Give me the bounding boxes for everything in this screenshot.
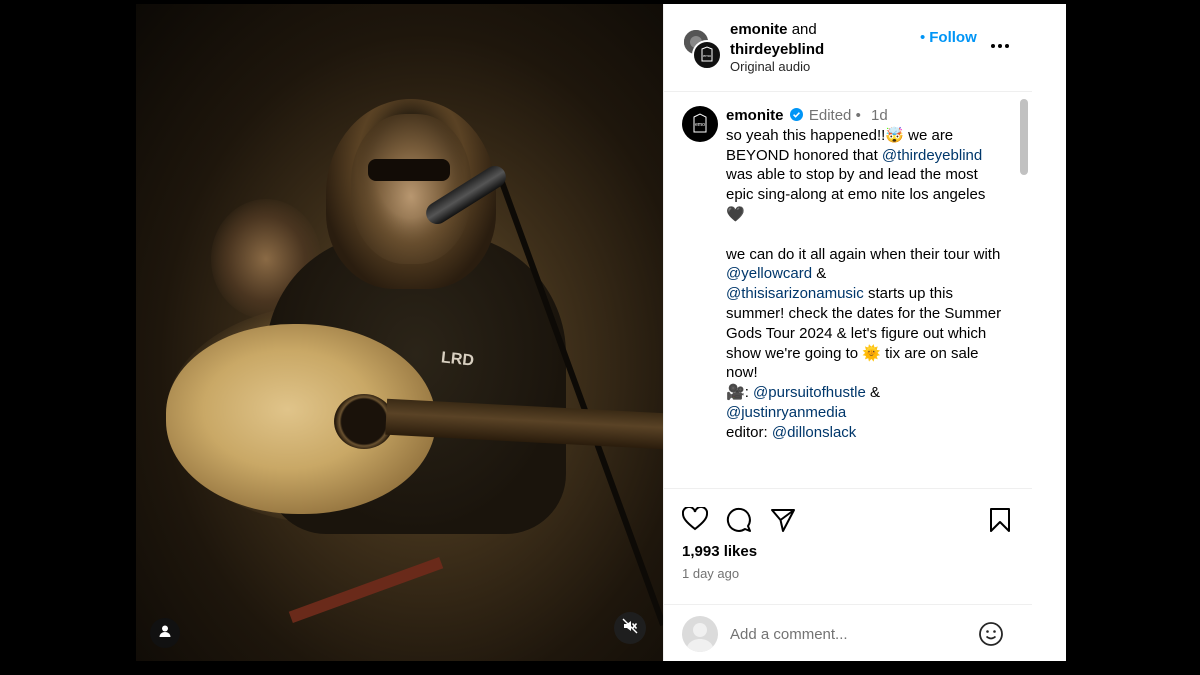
post-side-panel: emo emonite and thirdeyeblind Original a… bbox=[663, 4, 1033, 661]
heart-icon bbox=[681, 505, 709, 535]
emoji-icon bbox=[978, 622, 1004, 651]
comment-button[interactable] bbox=[726, 507, 752, 538]
share-icon bbox=[770, 509, 796, 537]
video-sunglasses bbox=[368, 159, 450, 181]
caption-text: emonite Edited • 1d so yeah this happene… bbox=[726, 106, 1006, 443]
video-stool bbox=[288, 557, 444, 623]
caption-text-1b: was able to stop by and lead the most ep… bbox=[726, 166, 986, 223]
save-button[interactable] bbox=[989, 507, 1011, 538]
svg-text:emo: emo bbox=[703, 53, 712, 58]
credits-amp: & bbox=[865, 384, 881, 402]
caption-paragraph-2: we can do it all again when their tour w… bbox=[726, 245, 1006, 384]
mention-dillonslack[interactable]: @dillonslack bbox=[772, 424, 856, 441]
post-age: 1d bbox=[871, 107, 888, 124]
collab-names: emonite and thirdeyeblind bbox=[730, 20, 824, 60]
collab-avatars[interactable]: emo bbox=[682, 28, 722, 70]
scrollbar-thumb[interactable] bbox=[1020, 99, 1028, 175]
verified-icon bbox=[789, 107, 803, 121]
meta-separator: • bbox=[855, 107, 861, 124]
mention-thisisarizonamusic[interactable]: @thisisarizonamusic bbox=[726, 285, 864, 302]
video-jacket-text: LRD bbox=[440, 349, 475, 370]
user-tag-icon bbox=[158, 624, 172, 643]
mention-thirdeyeblind[interactable]: @thirdeyeblind bbox=[882, 147, 982, 164]
post-header: emo emonite and thirdeyeblind Original a… bbox=[664, 4, 1033, 92]
comment-icon bbox=[726, 507, 752, 537]
caption-credits-3: editor: @dillonslack bbox=[726, 423, 1006, 443]
user-tag-button[interactable] bbox=[150, 618, 180, 648]
edited-label: Edited bbox=[808, 107, 852, 124]
mention-justinryanmedia[interactable]: @justinryanmedia bbox=[726, 404, 846, 421]
caption-text-2a: we can do it all again when their tour w… bbox=[726, 245, 1001, 263]
caption-avatar[interactable]: emo bbox=[682, 106, 718, 142]
emoji-button[interactable] bbox=[978, 621, 1004, 652]
comment-composer bbox=[664, 604, 1033, 662]
caption-username[interactable]: emonite bbox=[726, 107, 784, 124]
caption-credits-1: 🎥: @pursuitofhustle & bbox=[726, 383, 1006, 403]
bookmark-icon bbox=[989, 508, 1011, 537]
original-audio-link[interactable]: Original audio bbox=[730, 59, 810, 74]
caption-gap bbox=[726, 225, 1006, 245]
header-username-1[interactable]: emonite bbox=[730, 21, 788, 38]
follow-label: Follow bbox=[929, 29, 977, 46]
mention-yellowcard[interactable]: @yellowcard bbox=[726, 265, 812, 282]
caption-header-line: emonite Edited • 1d bbox=[726, 106, 1006, 126]
header-joiner: and bbox=[791, 21, 817, 38]
right-margin bbox=[1032, 4, 1066, 661]
follow-dot: • bbox=[920, 29, 926, 46]
caption-scrollbar[interactable] bbox=[1019, 99, 1029, 484]
svg-text:emo: emo bbox=[695, 122, 705, 128]
credits-colon: : bbox=[744, 384, 754, 402]
caption-text-2b: & bbox=[812, 265, 827, 283]
share-button[interactable] bbox=[770, 507, 796, 538]
post-modal: LRD emo emonite and thirdeyeblind Origin… bbox=[136, 4, 1033, 661]
mute-icon bbox=[622, 618, 638, 639]
mention-pursuitofhustle[interactable]: @pursuitofhustle bbox=[753, 384, 866, 401]
mute-button[interactable] bbox=[614, 612, 646, 644]
more-options-button[interactable] bbox=[990, 36, 1010, 54]
post-actions: 1,993 likes 1 day ago bbox=[664, 488, 1033, 661]
camera-emoji: 🎥 bbox=[726, 384, 745, 402]
header-username-2[interactable]: thirdeyeblind bbox=[730, 41, 824, 58]
editor-label: editor: bbox=[726, 423, 772, 441]
follow-button[interactable]: • Follow bbox=[920, 29, 977, 46]
post-timestamp[interactable]: 1 day ago bbox=[682, 566, 739, 581]
caption-area[interactable]: emo emonite Edited • 1d so yeah this hap… bbox=[664, 93, 1033, 488]
post-video[interactable]: LRD bbox=[136, 4, 663, 661]
likes-count[interactable]: 1,993 likes bbox=[682, 543, 757, 560]
avatar-emonite[interactable]: emo bbox=[692, 40, 722, 70]
comment-input[interactable] bbox=[730, 623, 960, 645]
caption-paragraph-1: so yeah this happened!!🤯 we are BEYOND h… bbox=[726, 126, 1006, 225]
more-icon bbox=[990, 36, 1010, 53]
caption-credits-2: @justinryanmedia bbox=[726, 403, 1006, 423]
like-button[interactable] bbox=[681, 505, 709, 536]
viewer-avatar bbox=[682, 616, 718, 652]
